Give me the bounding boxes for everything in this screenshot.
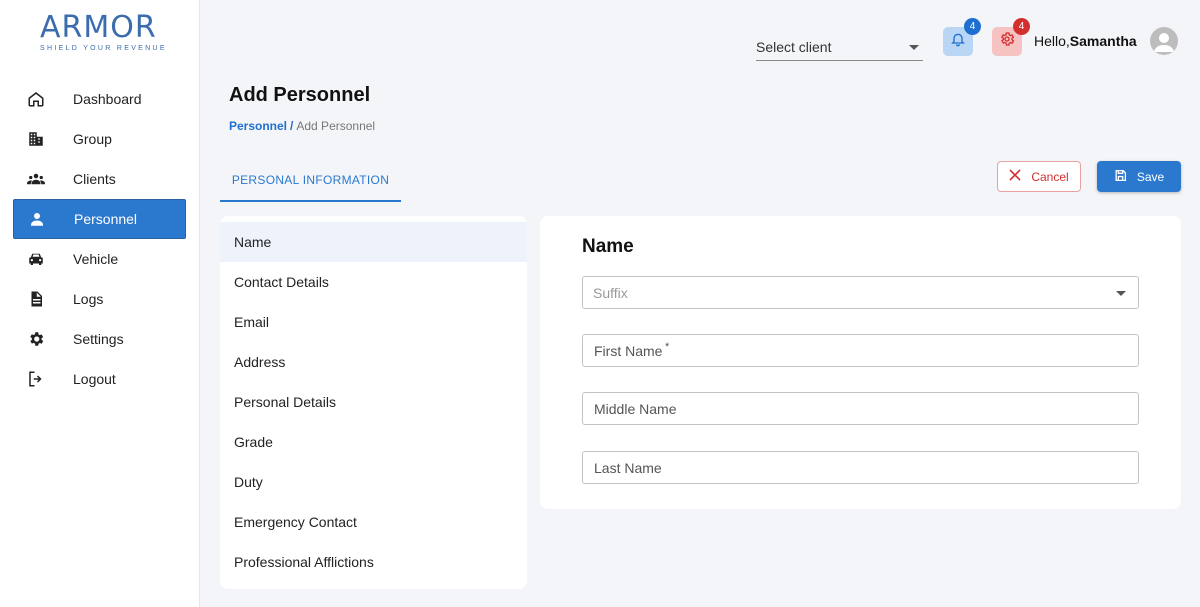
cancel-button[interactable]: Cancel xyxy=(997,161,1081,192)
sidebar-item-label: Group xyxy=(73,131,112,147)
breadcrumb-separator: / xyxy=(290,119,294,133)
settings-alert-button[interactable]: 4 xyxy=(992,18,1030,56)
page-title: Add Personnel xyxy=(229,84,371,106)
gear-icon xyxy=(999,31,1015,52)
sidebar-item-settings[interactable]: Settings xyxy=(13,319,186,359)
user-greeting: Hello,Samantha xyxy=(1034,33,1137,49)
section-item-personal-details[interactable]: Personal Details xyxy=(220,382,527,422)
section-item-name[interactable]: Name xyxy=(220,222,527,262)
name-form-card: Name Suffix * xyxy=(540,216,1181,509)
client-select-value: Select client xyxy=(756,39,832,55)
sidebar-item-label: Settings xyxy=(73,331,124,347)
floppy-disk-icon xyxy=(1114,169,1127,185)
sidebar-item-label: Personnel xyxy=(74,211,138,227)
armor-logo[interactable]: ARMOR SHIELD YOUR REVENUE xyxy=(40,10,167,56)
gear-icon xyxy=(13,330,59,348)
middle-name-input[interactable] xyxy=(583,393,1138,424)
cancel-label: Cancel xyxy=(1031,169,1069,184)
settings-count-badge: 4 xyxy=(1013,18,1030,35)
sidebar-item-label: Logout xyxy=(73,371,116,387)
person-icon xyxy=(14,210,60,228)
section-item-address[interactable]: Address xyxy=(220,342,527,382)
middle-name-field[interactable] xyxy=(582,392,1139,425)
section-item-grade[interactable]: Grade xyxy=(220,422,527,462)
tab-personal-information[interactable]: PERSONAL INFORMATION xyxy=(220,160,401,202)
building-icon xyxy=(13,130,59,148)
car-icon xyxy=(13,250,59,268)
section-list: Name Contact Details Email Address Perso… xyxy=(220,216,527,589)
sidebar-item-clients[interactable]: Clients xyxy=(13,159,186,199)
logout-icon xyxy=(13,370,59,388)
chevron-down-icon xyxy=(909,45,919,50)
home-icon xyxy=(13,90,59,108)
save-button[interactable]: Save xyxy=(1097,161,1181,192)
logo-tagline: SHIELD YOUR REVENUE xyxy=(40,45,167,52)
bell-icon xyxy=(950,31,966,52)
user-name: Samantha xyxy=(1069,33,1137,49)
suffix-placeholder: Suffix xyxy=(593,285,628,301)
client-select[interactable]: Select client xyxy=(756,32,923,61)
last-name-input[interactable] xyxy=(583,452,1138,483)
section-item-contact-details[interactable]: Contact Details xyxy=(220,262,527,302)
sidebar-item-label: Vehicle xyxy=(73,251,119,267)
avatar[interactable] xyxy=(1150,27,1178,55)
breadcrumb: Personnel / Add Personnel xyxy=(229,119,375,133)
sidebar-item-label: Logs xyxy=(73,291,104,307)
notifications-count-badge: 4 xyxy=(964,18,981,35)
sidebar: ARMOR SHIELD YOUR REVENUE Dashboard Grou… xyxy=(0,0,200,607)
user-avatar-icon xyxy=(1154,33,1174,52)
sidebar-nav: Dashboard Group Clients Personnel Vehicl… xyxy=(13,79,186,399)
chevron-down-icon xyxy=(1116,291,1126,296)
section-item-duty[interactable]: Duty xyxy=(220,462,527,502)
first-name-field[interactable]: * xyxy=(582,334,1139,367)
sidebar-item-group[interactable]: Group xyxy=(13,119,186,159)
document-icon xyxy=(13,290,59,308)
sidebar-item-logout[interactable]: Logout xyxy=(13,359,186,399)
sidebar-item-dashboard[interactable]: Dashboard xyxy=(13,79,186,119)
save-label: Save xyxy=(1136,169,1165,184)
section-item-professional-afflictions[interactable]: Professional Afflictions xyxy=(220,542,527,582)
people-icon xyxy=(13,170,59,188)
sidebar-item-vehicle[interactable]: Vehicle xyxy=(13,239,186,279)
close-icon xyxy=(1009,169,1021,184)
notifications-button[interactable]: 4 xyxy=(943,18,981,56)
sidebar-item-label: Dashboard xyxy=(73,91,142,107)
sidebar-item-label: Clients xyxy=(73,171,116,187)
section-item-emergency-contact[interactable]: Emergency Contact xyxy=(220,502,527,542)
breadcrumb-personnel-link[interactable]: Personnel xyxy=(229,119,287,133)
sidebar-item-logs[interactable]: Logs xyxy=(13,279,186,319)
last-name-field[interactable] xyxy=(582,451,1139,484)
logo-text: ARMOR xyxy=(40,10,157,45)
required-asterisk: * xyxy=(665,341,670,353)
sidebar-item-personnel[interactable]: Personnel xyxy=(13,199,186,239)
section-item-email[interactable]: Email xyxy=(220,302,527,342)
breadcrumb-current: Add Personnel xyxy=(296,119,376,133)
greeting-prefix: Hello, xyxy=(1034,33,1070,49)
suffix-select[interactable]: Suffix xyxy=(582,276,1139,309)
form-title: Name xyxy=(582,236,634,257)
